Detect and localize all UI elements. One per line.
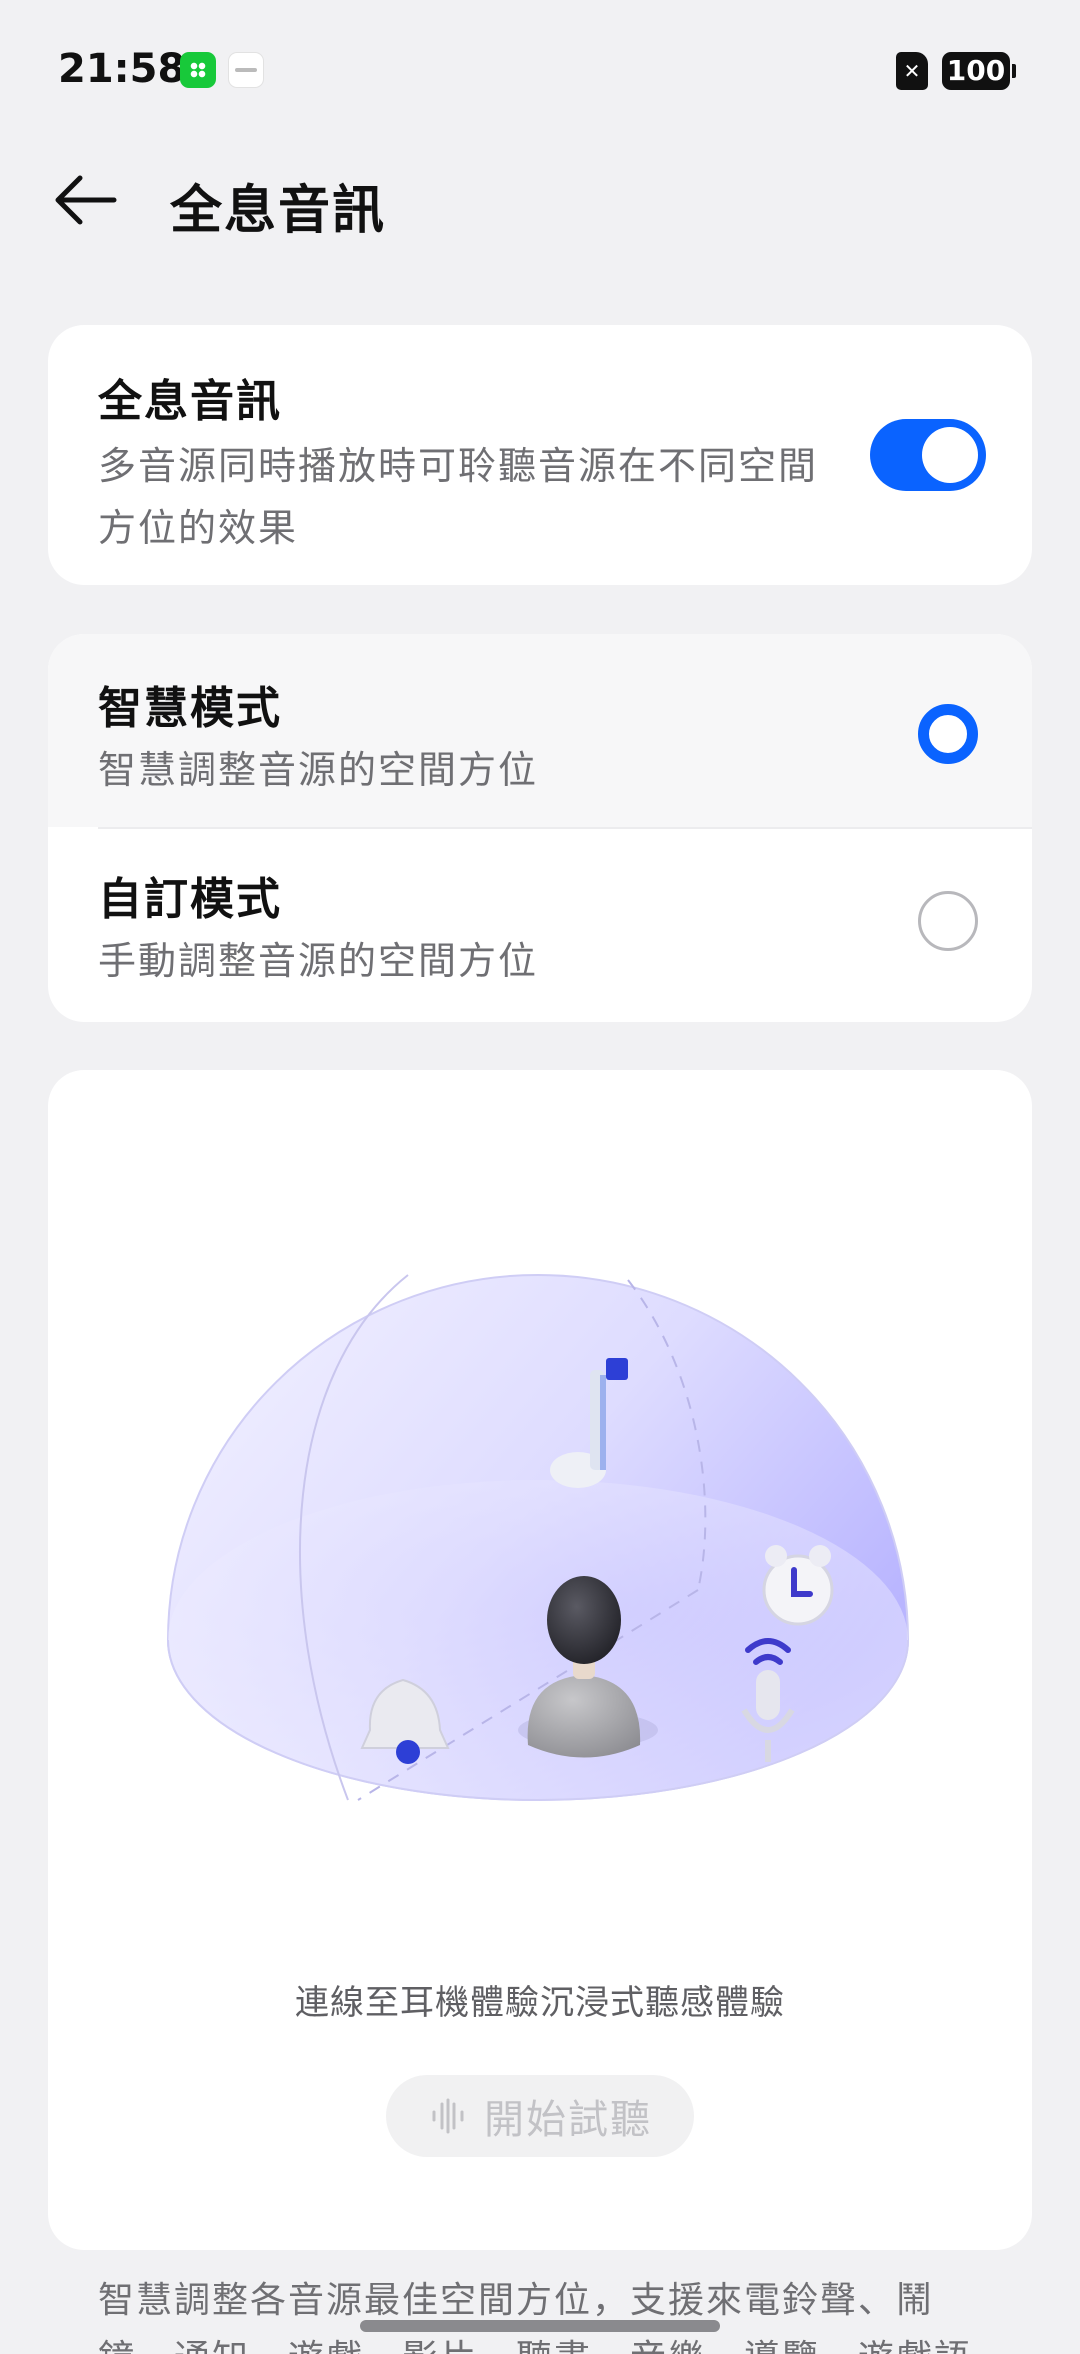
mode-subtitle: 手動調整音源的空間方位: [98, 939, 539, 983]
mode-subtitle: 智慧調整音源的空間方位: [98, 748, 539, 792]
back-button[interactable]: [40, 160, 130, 240]
mode-title: 自訂模式: [98, 874, 282, 925]
spatial-audio-toggle-card: 全息音訊 多音源同時播放時可聆聽音源在不同空間方位的效果: [48, 325, 1032, 585]
start-preview-button[interactable]: 開始試聽: [386, 2075, 694, 2157]
page-title: 全息音訊: [170, 181, 387, 241]
sound-wave-icon: [432, 2098, 464, 2134]
radio-custom-mode[interactable]: [918, 891, 978, 951]
mode-text: 自訂模式 手動調整音源的空間方位: [98, 863, 538, 989]
mode-selection-card: 智慧模式 智慧調整音源的空間方位 自訂模式 手動調整音源的空間方位: [48, 634, 1032, 1022]
radio-smart-mode[interactable]: [918, 704, 978, 764]
home-indicator[interactable]: [360, 2320, 720, 2332]
connect-headphones-hint: 連線至耳機體驗沉浸式聽感體驗: [295, 1983, 785, 2023]
toggle-title: 全息音訊: [98, 376, 282, 427]
alarm-clock-icon: [762, 1545, 834, 1626]
mode-text: 智慧模式 智慧調整音源的空間方位: [98, 672, 538, 798]
app-notification-icon: [180, 52, 216, 88]
toggle-description: 多音源同時播放時可聆聽音源在不同空間方位的效果: [98, 444, 819, 550]
app-notification-icon: [228, 52, 264, 88]
footer-description: 智慧調整各音源最佳空間方位，支援來電鈴聲、鬧鐘、通知、遊戲、影片、聽書、音樂、導…: [98, 2280, 970, 2354]
status-time: 21:58: [58, 46, 186, 92]
mode-option-smart[interactable]: 智慧模式 智慧調整音源的空間方位: [48, 634, 1032, 827]
mode-title: 智慧模式: [98, 683, 282, 734]
start-preview-label: 開始試聽: [484, 2097, 652, 2143]
mode-option-custom[interactable]: 自訂模式 手動調整音源的空間方位: [48, 829, 1032, 1022]
switch-knob: [922, 427, 978, 483]
toggle-text: 全息音訊 多音源同時播放時可聆聽音源在不同空間方位的效果: [98, 365, 838, 559]
illustration-card: 連線至耳機體驗沉浸式聽感體驗 開始試聽: [48, 1070, 1032, 2250]
status-bar: 21:58 ✕ 100: [0, 0, 1080, 140]
arrow-left-icon: [55, 175, 117, 225]
app-header: 全息音訊: [0, 140, 1080, 260]
battery-indicator: 100: [942, 52, 1016, 90]
spatial-audio-switch[interactable]: [870, 419, 986, 491]
spatial-dome-illustration: [108, 1170, 968, 1950]
sim-x-icon: ✕: [896, 52, 928, 90]
